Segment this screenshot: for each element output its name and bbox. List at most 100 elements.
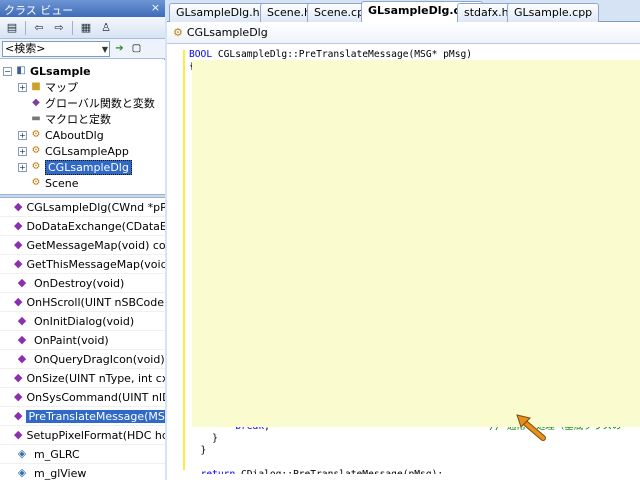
search-go-icon[interactable]: ➔ [112, 41, 127, 56]
member-item[interactable]: ◆ OnSysCommand(UINT nID, [0, 388, 165, 407]
member-label: OnSysCommand(UINT nID, [26, 390, 165, 404]
tree-item-label: マップ [45, 81, 78, 94]
member-item[interactable]: ◆ OnPaint(void) [0, 331, 165, 350]
tab-glsample-cpp[interactable]: GLsample.cpp [507, 3, 600, 22]
member-item[interactable]: ◆ OnDestroy(void) [0, 274, 165, 293]
toolbar-separator [25, 20, 26, 35]
search-clear-icon[interactable]: ▢ [129, 41, 144, 56]
tree-item-label: CGLsampleApp [45, 144, 129, 158]
chevron-down-icon[interactable]: ▼ [102, 43, 108, 57]
macro-icon: ▬ [31, 113, 41, 124]
code-line: } [189, 445, 207, 456]
close-icon[interactable]: × [149, 1, 162, 14]
member-item[interactable]: ◆ GetThisMessageMap(void) [0, 255, 165, 274]
member-label: OnPaint(void) [34, 333, 109, 347]
member-label: OnQueryDragIcon(void) [34, 352, 165, 366]
member-item[interactable]: ◆ OnSize(UINT nType, int cx, [0, 369, 165, 388]
method-icon: ◆ [17, 314, 27, 327]
expand-icon[interactable]: + [18, 130, 27, 140]
member-item[interactable]: ◆ OnInitDialog(void) [0, 312, 165, 331]
tree-item-label: グローバル関数と変数 [45, 97, 155, 110]
class-icon: ⚙ [31, 177, 41, 188]
tree-item-scene[interactable]: ⚙ Scene [30, 175, 79, 191]
class-icon: ⚙ [31, 129, 41, 140]
class-icon: ⚙ [31, 145, 41, 156]
forward-icon[interactable]: ⇨ [50, 19, 68, 37]
class-wizard-icon[interactable]: ♙ [97, 19, 115, 37]
tree-item-macros[interactable]: ▬ マクロと定数 [30, 111, 111, 127]
member-item[interactable]: ◆GetMessageMap(void) const [0, 236, 165, 255]
method-icon: ◆ [14, 428, 23, 441]
search-input[interactable]: <検索> ▼ [2, 40, 110, 57]
globe-icon: ◆ [32, 97, 40, 108]
member-label: PreTranslateMessage(MSG [26, 409, 165, 423]
tree-item-label: CAboutDlg [45, 128, 104, 142]
method-icon: ◆ [14, 257, 23, 270]
class-tree: − ◧ GLsample + ■ マップ ◆ グローバル関数と変数 ▬ マクロと… [0, 60, 165, 194]
tree-item-map[interactable]: + ■ マップ [18, 79, 78, 95]
scope-dropdown[interactable]: CGLsampleDlg [187, 26, 268, 39]
member-label: GetThisMessageMap(void) [26, 257, 165, 271]
tab-glsampledlg-h[interactable]: GLsampleDlg.h [169, 3, 267, 22]
member-label: OnInitDialog(void) [34, 314, 135, 328]
member-label: OnSize(UINT nType, int cx, [26, 371, 165, 385]
field-icon: ◈ [17, 466, 27, 479]
method-icon: ◆ [14, 390, 23, 403]
expand-icon[interactable]: + [18, 82, 27, 92]
member-item-selected[interactable]: ◆ PreTranslateMessage(MSG [0, 407, 165, 426]
method-icon: ◆ [17, 352, 27, 365]
class-view-title: クラス ビュー [4, 4, 74, 17]
tree-item-globals[interactable]: ◆ グローバル関数と変数 [30, 95, 155, 111]
field-icon: ◈ [17, 447, 27, 460]
tree-item-cglsampledlg[interactable]: + ⚙ CGLsampleDlg [18, 159, 132, 175]
member-label: OnDestroy(void) [34, 276, 125, 290]
code-line: return CDialog::PreTranslateMessage(pMsg… [189, 469, 640, 474]
back-icon[interactable]: ⇦ [30, 19, 48, 37]
member-list: ◆ CGLsampleDlg(CWnd *pPar ◆ DoDataExchange… [0, 198, 165, 480]
member-item[interactable]: ◈ m_glView [0, 464, 165, 480]
expand-icon[interactable]: + [18, 162, 27, 172]
editor-gutter [167, 44, 183, 480]
member-label: SetupPixelFormat(HDC hdc [26, 428, 165, 442]
method-icon: ◆ [14, 371, 23, 384]
expand-icon[interactable]: + [18, 146, 27, 156]
search-bar: <検索> ▼ ➔ ▢ [0, 39, 165, 59]
folder-icon[interactable]: ▤ [3, 19, 21, 37]
member-item[interactable]: ◆ CGLsampleDlg(CWnd *pPar [0, 198, 165, 217]
settings-icon[interactable]: ▦ [77, 19, 95, 37]
tree-item-label: マクロと定数 [45, 113, 111, 126]
project-icon: ◧ [16, 65, 26, 76]
method-icon: ◆ [14, 295, 23, 308]
member-label: m_GLRC [34, 447, 80, 461]
class-icon: ⚙ [31, 161, 41, 172]
document-tabs: GLsampleDlg.h Scene.h Scene.cpp GLsample… [167, 0, 640, 23]
class-view-panel: クラス ビュー × ▤ ⇦ ⇨ ▦ ♙ <検索> ▼ ➔ ▢ − ◧ GLsam… [0, 0, 165, 480]
class-view-title-bar: クラス ビュー × [0, 0, 165, 17]
collapse-icon[interactable]: − [3, 66, 12, 76]
class-icon: ⚙ [173, 26, 183, 39]
method-icon: ◆ [14, 219, 23, 232]
member-item[interactable]: ◈ m_GLRC [0, 445, 165, 464]
method-icon: ◆ [14, 200, 23, 213]
member-item[interactable]: ◆ OnQueryDragIcon(void) [0, 350, 165, 369]
tree-root-label: GLsample [30, 64, 91, 78]
member-item[interactable]: ◆ SetupPixelFormat(HDC hdc [0, 426, 165, 445]
search-placeholder: <検索> [5, 41, 46, 55]
member-label: OnHScroll(UINT nSBCode, U [26, 295, 165, 309]
method-icon: ◆ [14, 238, 23, 251]
tree-item-label: Scene [45, 176, 79, 190]
member-item[interactable]: ◆ DoDataExchange(CDataExc [0, 217, 165, 236]
scope-bar: ⚙ CGLsampleDlg [167, 22, 640, 44]
tree-item-label: CGLsampleDlg [45, 159, 132, 175]
method-icon: ◆ [14, 409, 23, 422]
code-line: } [189, 433, 218, 444]
member-label: DoDataExchange(CDataExc [26, 219, 165, 233]
method-icon: ◆ [17, 276, 27, 289]
method-icon: ◆ [17, 333, 27, 346]
member-item[interactable]: ◆ OnHScroll(UINT nSBCode, U [0, 293, 165, 312]
tree-item-caboutdlg[interactable]: + ⚙ CAboutDlg [18, 127, 104, 143]
tree-root[interactable]: − ◧ GLsample [3, 63, 91, 79]
member-label: GetMessageMap(void) const [26, 238, 165, 252]
tree-item-cglsampleapp[interactable]: + ⚙ CGLsampleApp [18, 143, 129, 159]
